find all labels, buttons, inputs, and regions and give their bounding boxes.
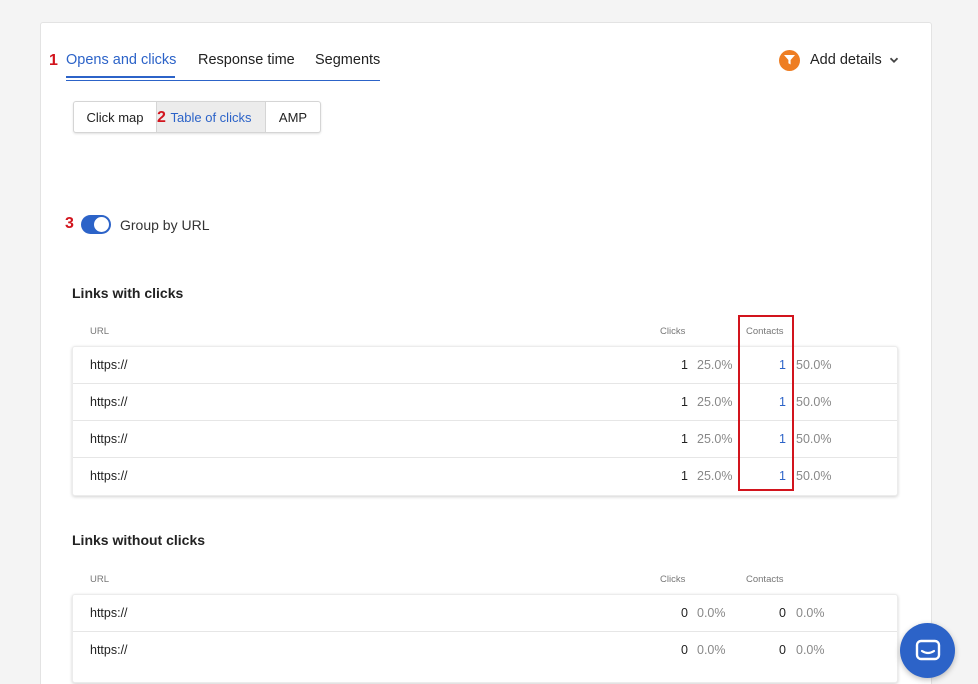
clicks-percent: 25.0%: [697, 432, 733, 446]
clicks-percent: 0.0%: [697, 606, 726, 620]
chat-launcher-button[interactable]: [900, 623, 955, 678]
column-header-url[interactable]: URL: [90, 574, 109, 585]
links-with-clicks-title: Links with clicks: [72, 285, 184, 301]
view-switcher: Click map Table of clicks AMP: [73, 101, 321, 133]
links-without-clicks-table: https:// 0 0.0% 0 0.0% https:// 0 0.0% 0…: [72, 594, 898, 683]
report-tabs: Opens and clicks Response time Segments: [66, 48, 380, 81]
table-row: https:// 0 0.0% 0 0.0%: [73, 632, 897, 682]
active-tab-underline: [66, 76, 175, 78]
group-by-url-label: Group by URL: [120, 217, 210, 233]
group-by-url-toggle[interactable]: [81, 215, 111, 234]
clicks-percent: 25.0%: [697, 395, 733, 409]
column-header-url[interactable]: URL: [90, 326, 109, 337]
annotation-marker-3: 3: [65, 215, 74, 232]
contacts-count: 0: [779, 643, 786, 657]
amp-button[interactable]: AMP: [266, 102, 320, 132]
chevron-down-icon: [889, 57, 898, 63]
add-details-label: Add details: [810, 52, 882, 68]
table-of-clicks-button[interactable]: Table of clicks: [157, 102, 266, 132]
tab-segments[interactable]: Segments: [315, 52, 380, 68]
contacts-percent: 50.0%: [796, 358, 832, 372]
clicks-count: 0: [681, 643, 688, 657]
url-cell[interactable]: https://: [90, 469, 128, 483]
table-row: https:// 0 0.0% 0 0.0%: [73, 595, 897, 632]
url-cell[interactable]: https://: [90, 395, 128, 409]
filter-icon: [779, 49, 800, 71]
add-details-button[interactable]: Add details: [779, 49, 900, 71]
annotation-marker-2: 2: [157, 109, 166, 126]
column-header-contacts[interactable]: Contacts: [746, 574, 784, 585]
chat-icon: [915, 639, 940, 660]
contacts-percent: 0.0%: [796, 643, 825, 657]
url-cell[interactable]: https://: [90, 432, 128, 446]
clicks-percent: 0.0%: [697, 643, 726, 657]
clicks-percent: 25.0%: [697, 469, 733, 483]
annotation-marker-1: 1: [49, 52, 58, 69]
clicks-count: 1: [681, 395, 688, 409]
clicks-count: 1: [681, 358, 688, 372]
tab-response-time[interactable]: Response time: [198, 52, 295, 68]
contacts-percent: 0.0%: [796, 606, 825, 620]
clicks-percent: 25.0%: [697, 358, 733, 372]
url-cell[interactable]: https://: [90, 606, 128, 620]
column-header-clicks[interactable]: Clicks: [660, 574, 685, 585]
contacts-count: 0: [779, 606, 786, 620]
clicks-count: 0: [681, 606, 688, 620]
url-cell[interactable]: https://: [90, 358, 128, 372]
links-without-clicks-title: Links without clicks: [72, 532, 206, 548]
contacts-percent: 50.0%: [796, 469, 832, 483]
contacts-percent: 50.0%: [796, 432, 832, 446]
contacts-column-highlight: [738, 315, 794, 491]
url-cell[interactable]: https://: [90, 643, 128, 657]
column-header-clicks[interactable]: Clicks: [660, 326, 685, 337]
clicks-count: 1: [681, 469, 688, 483]
clicks-count: 1: [681, 432, 688, 446]
click-map-button[interactable]: Click map: [74, 102, 157, 132]
toggle-knob: [94, 217, 109, 232]
contacts-percent: 50.0%: [796, 395, 832, 409]
tab-opens-and-clicks[interactable]: Opens and clicks: [66, 52, 176, 68]
